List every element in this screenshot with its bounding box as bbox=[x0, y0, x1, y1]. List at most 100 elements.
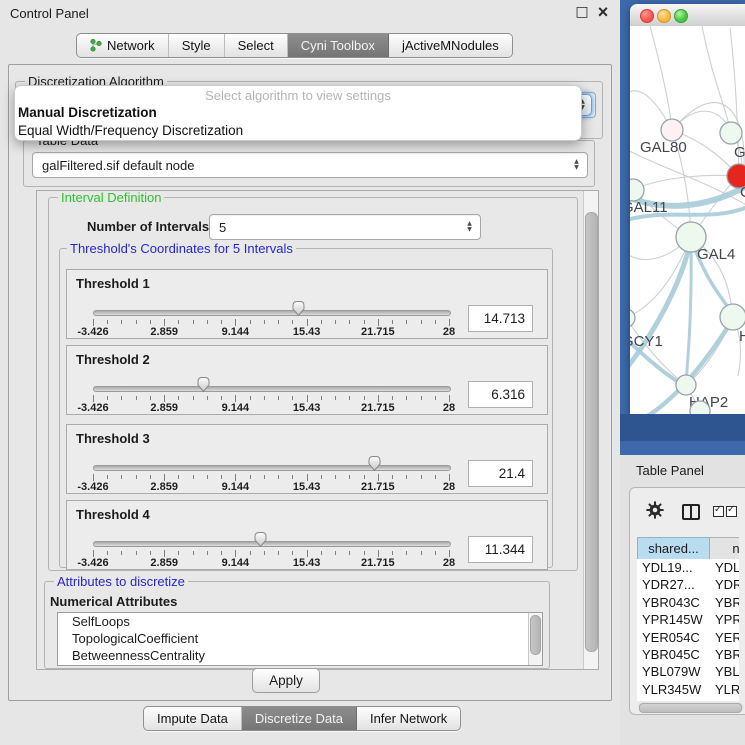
tab-select[interactable]: Select bbox=[225, 34, 288, 57]
float-window-icon[interactable] bbox=[574, 4, 590, 22]
slider-thumb[interactable] bbox=[196, 376, 211, 393]
pane-scrollbar[interactable] bbox=[583, 191, 598, 669]
table-row[interactable]: YPR145WYPR1 bbox=[637, 611, 739, 628]
cell-shared-name[interactable]: YBL079W bbox=[637, 663, 708, 680]
tab-network[interactable]: Network bbox=[77, 34, 169, 57]
column-header-name[interactable]: na... bbox=[710, 537, 739, 561]
tab-infer-network[interactable]: Infer Network bbox=[357, 707, 460, 730]
network-node-h[interactable] bbox=[720, 304, 745, 330]
combo-stepper-icon[interactable] bbox=[463, 219, 476, 235]
numerical-attributes-list[interactable]: SelfLoopsTopologicalCoefficientBetweenne… bbox=[57, 612, 543, 666]
threshold-value-field[interactable]: 11.344 bbox=[468, 536, 533, 563]
network-edge[interactable] bbox=[702, 26, 731, 133]
slider-major-tick bbox=[93, 550, 94, 557]
slider-minor-tick bbox=[121, 320, 122, 324]
table-horizontal-scrollbar[interactable] bbox=[638, 702, 744, 712]
network-edge-highlighted[interactable] bbox=[630, 239, 691, 376]
dropdown-option[interactable]: Equal Width/Frequency Discretization bbox=[15, 122, 581, 140]
cell-name[interactable]: YPR1 bbox=[708, 611, 739, 628]
threshold-value-field[interactable]: 14.713 bbox=[468, 305, 533, 332]
number-of-intervals-value: 5 bbox=[219, 220, 226, 235]
slider-track[interactable] bbox=[93, 386, 451, 392]
cell-shared-name[interactable]: YER054C bbox=[637, 629, 708, 646]
slider-minor-tick bbox=[364, 551, 365, 555]
column-header-shared-name[interactable]: shared... bbox=[637, 537, 710, 561]
cell-name[interactable]: YLR3 bbox=[708, 681, 739, 698]
network-node-gal80[interactable] bbox=[661, 119, 683, 141]
tab-discretize-data[interactable]: Discretize Data bbox=[242, 707, 357, 730]
tab-cyni-toolbox[interactable]: Cyni Toolbox bbox=[288, 34, 389, 57]
combo-stepper-icon[interactable] bbox=[570, 157, 583, 173]
network-node-ga[interactable] bbox=[720, 122, 742, 144]
slider-track[interactable] bbox=[93, 310, 451, 316]
cell-shared-name[interactable]: YDL19... bbox=[637, 559, 708, 576]
slider-minor-tick bbox=[193, 320, 194, 324]
attribute-list-item[interactable]: SelfLoops bbox=[58, 613, 542, 630]
tab-label: Impute Data bbox=[157, 711, 228, 726]
number-of-intervals-label: Number of Intervals bbox=[87, 219, 209, 234]
table-row[interactable]: YLR345WYLR3 bbox=[637, 681, 739, 698]
threshold-value-field[interactable]: 21.4 bbox=[468, 460, 533, 487]
network-edge[interactable] bbox=[650, 26, 672, 130]
cell-shared-name[interactable]: YPR145W bbox=[637, 611, 708, 628]
list-scrollbar-thumb[interactable] bbox=[530, 615, 541, 655]
tab-impute-data[interactable]: Impute Data bbox=[144, 707, 242, 730]
table-row[interactable]: YBR043CYBR0 bbox=[637, 594, 739, 611]
slider-minor-tick bbox=[406, 396, 407, 400]
slider-minor-tick bbox=[278, 396, 279, 400]
slider-minor-tick bbox=[107, 320, 108, 324]
cell-name[interactable]: YBR0 bbox=[708, 646, 739, 663]
close-traffic-light-icon[interactable] bbox=[640, 9, 654, 23]
slider-thumb[interactable] bbox=[367, 455, 382, 472]
zoom-traffic-light-icon[interactable] bbox=[674, 9, 688, 23]
checkboxes-icon[interactable] bbox=[713, 505, 739, 520]
cell-name[interactable]: YDR2 bbox=[708, 576, 739, 593]
attribute-list-item[interactable]: TopologicalCoefficient bbox=[58, 630, 542, 647]
table-row[interactable]: YIL052CYIL0 bbox=[637, 698, 739, 701]
slider-major-tick bbox=[93, 395, 94, 402]
slider-tick-label: 9.144 bbox=[222, 326, 250, 338]
cell-shared-name[interactable]: YDR27... bbox=[637, 576, 708, 593]
threshold-label: Threshold 3 bbox=[76, 431, 150, 446]
tab-style[interactable]: Style bbox=[169, 34, 225, 57]
minimize-traffic-light-icon[interactable] bbox=[657, 9, 671, 23]
table-horizontal-scrollbar-thumb[interactable] bbox=[639, 703, 742, 713]
network-node-hap2[interactable] bbox=[676, 375, 696, 395]
table-row[interactable]: YDL19...YDL1 bbox=[637, 559, 739, 576]
threshold-value-field[interactable]: 6.316 bbox=[468, 381, 533, 408]
cell-shared-name[interactable]: YBR043C bbox=[637, 594, 708, 611]
slider-thumb[interactable] bbox=[253, 531, 268, 548]
dropdown-option[interactable]: Manual Discretization bbox=[15, 104, 581, 122]
network-window-titlebar[interactable] bbox=[630, 4, 745, 27]
cell-name[interactable]: YBR0 bbox=[708, 594, 739, 611]
close-icon[interactable] bbox=[595, 4, 611, 22]
cell-name[interactable]: YER0 bbox=[708, 629, 739, 646]
cell-name[interactable]: YBL0 bbox=[708, 663, 739, 680]
slider-track[interactable] bbox=[93, 541, 451, 547]
number-of-intervals-combobox[interactable]: 5 bbox=[209, 214, 481, 240]
cell-shared-name[interactable]: YBR045C bbox=[637, 646, 708, 663]
cell-shared-name[interactable]: YLR345W bbox=[637, 681, 708, 698]
slider-minor-tick bbox=[121, 396, 122, 400]
slider-thumb[interactable] bbox=[291, 300, 306, 317]
cell-name[interactable]: YIL0 bbox=[708, 698, 739, 701]
tab-jactivemnodules[interactable]: jActiveMNodules bbox=[389, 34, 512, 57]
cell-name[interactable]: YDL1 bbox=[708, 559, 739, 576]
cell-shared-name[interactable]: YIL052C bbox=[637, 698, 708, 701]
network-node-gcy1[interactable] bbox=[630, 309, 635, 327]
slider-track[interactable] bbox=[93, 465, 451, 471]
slider-major-tick bbox=[378, 319, 379, 326]
table-row[interactable]: YBR045CYBR0 bbox=[637, 646, 739, 663]
attribute-list-item[interactable]: BetweennessCentrality bbox=[58, 647, 542, 664]
gear-icon[interactable] bbox=[646, 501, 664, 522]
pane-scrollbar-thumb[interactable] bbox=[585, 212, 598, 652]
table-row[interactable]: YER054CYER0 bbox=[637, 629, 739, 646]
table-row[interactable]: YDR27...YDR2 bbox=[637, 576, 739, 593]
columns-icon[interactable] bbox=[682, 504, 700, 520]
list-scrollbar[interactable] bbox=[528, 613, 542, 665]
slider-minor-tick bbox=[250, 475, 251, 479]
table-row[interactable]: YBL079WYBL0 bbox=[637, 663, 739, 680]
apply-button[interactable]: Apply bbox=[252, 668, 320, 693]
table-data-combobox[interactable]: galFiltered.sif default node bbox=[32, 152, 588, 178]
network-canvas[interactable]: GAL80GACGAL11GAL4GCY1HHAP2 bbox=[630, 26, 745, 414]
